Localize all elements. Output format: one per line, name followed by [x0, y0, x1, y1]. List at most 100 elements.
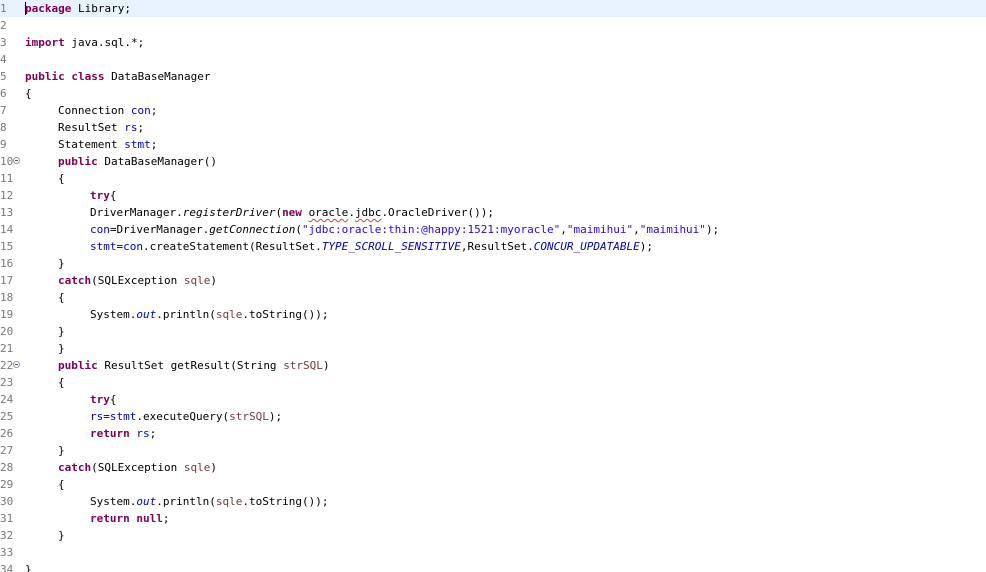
code-text[interactable]: }	[58, 323, 65, 340]
code-text[interactable]: public ResultSet getResult(String strSQL…	[58, 357, 330, 374]
code-line[interactable]: 6 {	[0, 85, 986, 102]
line-number: 25	[0, 410, 14, 423]
code-text[interactable]: public DataBaseManager()	[58, 153, 217, 170]
code-line[interactable]: 15 stmt=con.createStatement(ResultSet.TY…	[0, 238, 986, 255]
code-text[interactable]: Statement stmt;	[58, 136, 157, 153]
code-line[interactable]: 2	[0, 17, 986, 34]
code-text[interactable]: }	[25, 561, 32, 572]
code-line[interactable]: 20 }	[0, 323, 986, 340]
code-token: {	[58, 291, 65, 304]
code-token: System.	[90, 495, 137, 508]
code-line[interactable]: 29 {	[0, 476, 986, 493]
code-line[interactable]: 28 catch(SQLException sqle)	[0, 459, 986, 476]
code-line[interactable]: 3 import java.sql.*;	[0, 34, 986, 51]
code-line[interactable]: 12 try{	[0, 187, 986, 204]
code-line[interactable]: 23 {	[0, 374, 986, 391]
code-text[interactable]: }	[58, 340, 65, 357]
code-text[interactable]: {	[58, 289, 65, 306]
code-token: {	[25, 87, 32, 100]
code-line[interactable]: 14 con=DriverManager.getConnection("jdbc…	[0, 221, 986, 238]
code-text[interactable]: ResultSet rs;	[58, 119, 144, 136]
code-line[interactable]: 30 System.out.println(sqle.toString());	[0, 493, 986, 510]
code-line[interactable]: 22 public ResultSet getResult(String str…	[0, 357, 986, 374]
code-line[interactable]: 5 public class DataBaseManager	[0, 68, 986, 85]
code-text[interactable]: try{	[90, 187, 117, 204]
line-number: 27	[0, 444, 14, 457]
code-text[interactable]: }	[58, 442, 65, 459]
line-number: 13	[0, 206, 14, 219]
code-token: }	[25, 563, 32, 572]
code-text[interactable]: DriverManager.registerDriver(new oracle.…	[90, 204, 494, 221]
code-text[interactable]: stmt=con.createStatement(ResultSet.TYPE_…	[90, 238, 653, 255]
code-line[interactable]: 1 package Library;	[0, 0, 986, 17]
code-line[interactable]: 4	[0, 51, 986, 68]
code-text[interactable]: public class DataBaseManager	[25, 68, 210, 85]
code-token: .OracleDriver());	[381, 206, 495, 219]
code-line[interactable]: 16 }	[0, 255, 986, 272]
code-text[interactable]: catch(SQLException sqle)	[58, 272, 217, 289]
code-text[interactable]: catch(SQLException sqle)	[58, 459, 217, 476]
code-line[interactable]: 33	[0, 544, 986, 561]
line-number: 12	[0, 189, 14, 202]
code-text[interactable]: Connection con;	[58, 102, 157, 119]
code-line[interactable]: 34 }	[0, 561, 986, 572]
code-line[interactable]: 25 rs=stmt.executeQuery(strSQL);	[0, 408, 986, 425]
code-line[interactable]: 13 DriverManager.registerDriver(new orac…	[0, 204, 986, 221]
code-text[interactable]: {	[58, 374, 65, 391]
collapse-fold-icon[interactable]	[13, 361, 20, 368]
code-token: {	[58, 376, 65, 389]
code-line[interactable]: 11 {	[0, 170, 986, 187]
keyword: return	[90, 427, 130, 440]
code-text[interactable]: rs=stmt.executeQuery(strSQL);	[90, 408, 282, 425]
code-text[interactable]: {	[58, 476, 65, 493]
code-line[interactable]: 18 {	[0, 289, 986, 306]
local-variable-token: sqle	[215, 308, 243, 321]
code-text[interactable]: {	[58, 170, 65, 187]
code-line[interactable]: 7 Connection con;	[0, 102, 986, 119]
code-line[interactable]: 21 }	[0, 340, 986, 357]
code-text[interactable]: }	[58, 527, 65, 544]
field-token: con	[123, 240, 143, 253]
line-number: 6	[0, 87, 7, 100]
line-number: 30	[0, 495, 14, 508]
code-text[interactable]: }	[58, 255, 65, 272]
code-line[interactable]: 19 System.out.println(sqle.toString());	[0, 306, 986, 323]
code-token: ,	[633, 223, 640, 236]
code-text[interactable]: {	[25, 85, 32, 102]
code-text[interactable]: System.out.println(sqle.toString());	[90, 493, 328, 510]
code-line[interactable]: 24 try{	[0, 391, 986, 408]
code-token: DataBaseManager	[104, 70, 211, 83]
code-line[interactable]: 10 public DataBaseManager()	[0, 153, 986, 170]
line-number: 5	[0, 70, 7, 83]
code-text[interactable]: try{	[90, 391, 117, 408]
code-token: Connection	[58, 104, 131, 117]
code-text[interactable]: package Library;	[25, 0, 131, 17]
field-token: stmt	[109, 410, 137, 423]
code-line[interactable]: 31 return null;	[0, 510, 986, 527]
static-method-token: registerDriver	[182, 206, 276, 219]
local-variable-token: strSQL	[283, 359, 323, 372]
code-text[interactable]: return rs;	[90, 425, 156, 442]
local-variable-token: strSQL	[229, 410, 269, 423]
code-line[interactable]: 9 Statement stmt;	[0, 136, 986, 153]
line-number: 3	[0, 36, 7, 49]
code-token: Library;	[71, 2, 131, 15]
code-line[interactable]: 27 }	[0, 442, 986, 459]
code-text[interactable]: return null;	[90, 510, 170, 527]
code-text[interactable]: con=DriverManager.getConnection("jdbc:or…	[90, 221, 719, 238]
code-line[interactable]: 32 }	[0, 527, 986, 544]
line-number: 4	[0, 53, 7, 66]
line-number: 18	[0, 291, 14, 304]
keyword: catch	[58, 274, 92, 287]
code-line[interactable]: 26 return rs;	[0, 425, 986, 442]
code-line[interactable]: 17 catch(SQLException sqle)	[0, 272, 986, 289]
code-editor[interactable]: 1 package Library; 2 3 import java.sql.*…	[0, 0, 986, 572]
code-token: }	[58, 257, 65, 270]
code-text[interactable]: import java.sql.*;	[25, 34, 144, 51]
collapse-fold-icon[interactable]	[13, 157, 20, 164]
code-text[interactable]: System.out.println(sqle.toString());	[90, 306, 328, 323]
code-token: }	[58, 325, 65, 338]
field-token: con	[90, 223, 110, 236]
code-line[interactable]: 8 ResultSet rs;	[0, 119, 986, 136]
